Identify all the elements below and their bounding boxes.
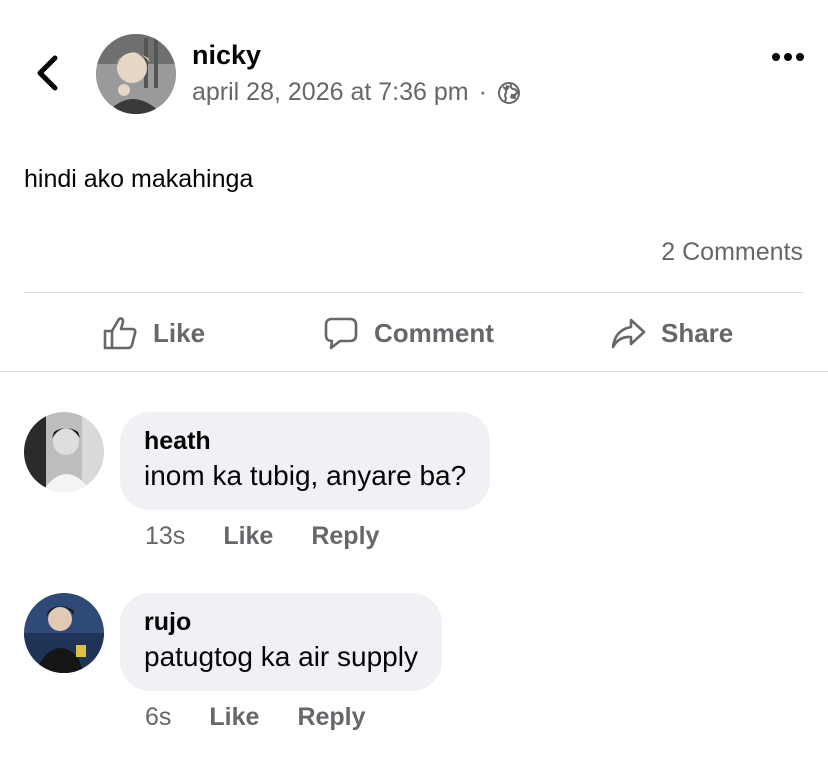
comment-text: inom ka tubig, anyare ba?: [144, 460, 467, 491]
comment-reply-button[interactable]: Reply: [297, 703, 365, 732]
post-timestamp[interactable]: april 28, 2026 at 7:36 pm: [192, 78, 469, 107]
comment-count[interactable]: 2 Comments: [661, 238, 803, 267]
meta-separator: ·: [478, 78, 487, 106]
commenter-avatar[interactable]: [24, 593, 104, 673]
comment-author[interactable]: heath: [144, 426, 466, 456]
comment-like-button[interactable]: Like: [209, 703, 259, 732]
thumbs-up-icon: [103, 317, 137, 350]
comment-time: 13s: [145, 522, 186, 550]
share-arrow-icon: [611, 318, 646, 349]
comment-button[interactable]: Comment: [322, 310, 494, 356]
post-meta: april 28, 2026 at 7:36 pm ·: [192, 78, 521, 107]
comment-time: 6s: [145, 703, 172, 731]
share-button[interactable]: Share: [609, 310, 733, 356]
comment-bubble: heath inom ka tubig, anyare ba?: [120, 412, 491, 510]
comment-text: patugtog ka air supply: [144, 641, 418, 672]
globe-icon: [497, 81, 520, 104]
author-name[interactable]: nicky: [192, 40, 261, 71]
divider: [24, 292, 804, 293]
author-avatar[interactable]: [96, 34, 176, 114]
comment-meta: 6s Like Reply: [145, 703, 366, 732]
commenter-avatar[interactable]: [24, 412, 104, 492]
comment-bubble-icon: [324, 317, 358, 350]
like-label: Like: [153, 317, 206, 348]
back-chevron-icon[interactable]: [30, 52, 66, 94]
section-divider: [0, 371, 828, 372]
comment-like-button[interactable]: Like: [223, 522, 273, 551]
more-options-icon[interactable]: [768, 47, 808, 67]
comment-label: Comment: [374, 317, 494, 348]
post-text: hindi ako makahinga: [24, 165, 254, 193]
share-label: Share: [661, 317, 734, 348]
comment-reply-button[interactable]: Reply: [311, 522, 379, 551]
comment-meta: 13s Like Reply: [145, 522, 379, 551]
comment-bubble: rujo patugtog ka air supply: [120, 593, 442, 691]
like-button[interactable]: Like: [101, 310, 205, 356]
comment-author[interactable]: rujo: [144, 607, 418, 637]
